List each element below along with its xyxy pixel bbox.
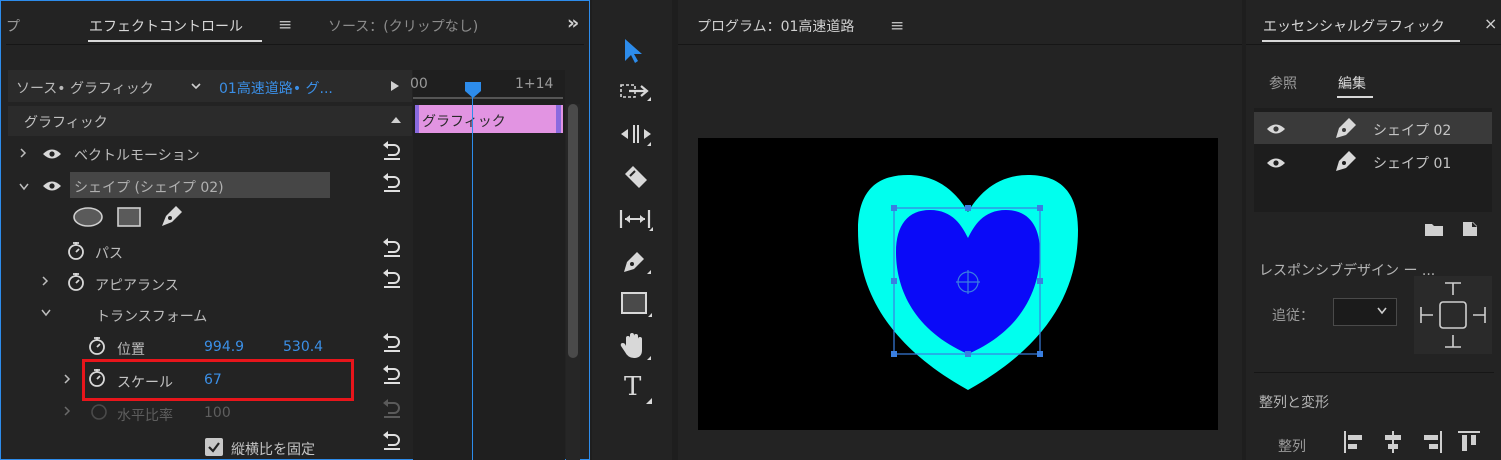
chevron-down-icon[interactable] — [1376, 306, 1388, 316]
hand-tool-icon[interactable] — [620, 332, 652, 362]
tab-source[interactable]: ソース：(クリップなし) — [328, 16, 478, 36]
layer-name: シェイプ 02 — [1373, 123, 1452, 139]
align-center-icon[interactable] — [1381, 430, 1405, 454]
essential-title-divider — [1246, 44, 1501, 45]
pen-tool-icon[interactable] — [620, 248, 652, 276]
expand-chevron-icon[interactable] — [62, 373, 72, 385]
lock-aspect-checkbox[interactable] — [205, 438, 223, 456]
stopwatch-icon[interactable] — [67, 272, 85, 292]
razor-tool-icon[interactable] — [621, 164, 651, 190]
highlight-box — [82, 359, 354, 401]
horizontal-scale-value: 100 — [204, 405, 231, 421]
tab-edit[interactable]: 編集 — [1338, 73, 1366, 93]
rectangle-tool-icon[interactable] — [620, 291, 654, 319]
source-graphic-label: ソース• グラフィック — [16, 81, 154, 97]
reset-icon[interactable] — [381, 269, 403, 289]
responsive-design-title: レスポンシブデザイン ー ... — [1259, 263, 1436, 279]
reset-icon — [381, 399, 403, 419]
timeline-clip-label: グラフィック — [422, 114, 506, 130]
reset-icon[interactable] — [381, 333, 403, 353]
type-tool-corner-icon — [646, 398, 652, 404]
playhead-line[interactable] — [472, 90, 473, 460]
tab-browse[interactable]: 参照 — [1269, 73, 1297, 93]
slip-tool-icon[interactable] — [618, 206, 654, 232]
stopwatch-icon[interactable] — [67, 241, 85, 261]
expand-chevron-icon[interactable] — [18, 147, 28, 159]
scrollbar-thumb[interactable] — [568, 104, 578, 358]
timeline-start-time: 00 — [410, 76, 428, 92]
ellipse-mask-icon[interactable] — [72, 206, 104, 228]
collapse-chevron-icon[interactable] — [18, 182, 30, 192]
essential-graphics-title[interactable]: エッセンシャルグラフィック — [1263, 16, 1445, 36]
pin-to-edges-icon[interactable] — [1417, 279, 1489, 351]
align-transform-title: 整列と変形 — [1259, 395, 1329, 411]
program-title-divider — [678, 44, 1242, 45]
expand-chevron-icon[interactable] — [40, 275, 50, 287]
chevron-down-icon[interactable] — [190, 80, 202, 92]
heart-graphic[interactable] — [858, 170, 1078, 392]
pen-shape-icon — [1333, 116, 1359, 140]
reset-icon[interactable] — [381, 365, 403, 385]
close-panel-icon[interactable]: × — [1484, 14, 1497, 33]
program-monitor-title[interactable]: プログラム：01高速道路 — [697, 16, 854, 36]
new-group-folder-icon[interactable] — [1424, 221, 1444, 237]
position-y-value[interactable]: 530.4 — [283, 339, 323, 355]
more-panels-icon[interactable]: » — [567, 12, 579, 34]
eye-icon[interactable] — [1266, 122, 1286, 136]
reset-icon[interactable] — [381, 173, 403, 193]
timeline-end-time: 1+14 — [515, 76, 554, 92]
program-menu-icon[interactable]: ≡ — [890, 16, 904, 36]
expand-chevron-icon[interactable] — [62, 405, 72, 417]
new-layer-icon[interactable] — [1461, 220, 1479, 238]
clip-handle-left[interactable] — [415, 105, 419, 133]
eye-icon[interactable] — [1266, 156, 1286, 170]
horizontal-scale-label: 水平比率 — [117, 408, 173, 424]
rectangle-mask-icon[interactable] — [116, 206, 142, 228]
playhead-handle[interactable] — [464, 82, 482, 98]
lock-aspect-label: 縦横比を固定 — [231, 442, 315, 458]
transform-label: トランスフォーム — [96, 309, 208, 325]
tab-active-underline — [88, 40, 262, 42]
align-label: 整列 — [1278, 439, 1306, 455]
stopwatch-icon — [90, 403, 108, 421]
edit-tab-underline — [1337, 96, 1373, 98]
type-tool-icon[interactable]: T — [624, 372, 641, 402]
effect-panel-menu-icon[interactable]: ≡ — [278, 15, 292, 35]
track-select-tool-icon[interactable] — [619, 81, 653, 105]
pen-mask-icon[interactable] — [158, 204, 184, 230]
ripple-edit-tool-icon[interactable] — [619, 122, 653, 148]
reset-icon[interactable] — [381, 141, 403, 161]
graphic-section-label: グラフィック — [24, 115, 108, 131]
position-label: 位置 — [117, 342, 145, 358]
collapse-up-icon[interactable] — [390, 115, 402, 125]
position-x-value[interactable]: 994.9 — [204, 339, 244, 355]
eye-icon[interactable] — [42, 179, 62, 193]
stopwatch-icon[interactable] — [88, 336, 106, 356]
tab-effect-controls[interactable]: エフェクトコントロール — [89, 16, 243, 36]
vector-motion-label: ベクトルモーション — [74, 148, 200, 164]
essential-title-underline — [1262, 40, 1460, 42]
play-triangle-icon[interactable] — [390, 80, 400, 92]
reset-icon[interactable] — [381, 238, 403, 258]
timeline-ruler — [413, 97, 563, 99]
reset-icon[interactable] — [381, 431, 403, 451]
eye-icon[interactable] — [42, 147, 62, 161]
shape-02-label[interactable]: シェイプ (シェイプ 02) — [74, 177, 224, 197]
clip-handle-right[interactable] — [556, 105, 561, 133]
clip-selector[interactable]: 01高速道路• グ... — [219, 78, 333, 98]
align-left-icon[interactable] — [1343, 430, 1367, 454]
tab-previous[interactable]: プ — [6, 16, 20, 36]
pen-shape-icon — [1333, 149, 1359, 173]
layer-name: シェイプ 01 — [1373, 156, 1452, 172]
align-top-icon[interactable] — [1457, 430, 1481, 454]
tab-divider — [6, 44, 584, 45]
align-divider — [1254, 372, 1494, 373]
path-label: パス — [95, 246, 123, 262]
selection-tool-icon[interactable] — [622, 37, 644, 65]
appearance-label: アピアランス — [95, 278, 179, 294]
collapse-chevron-icon[interactable] — [40, 308, 52, 318]
follow-label: 追従： — [1272, 308, 1314, 324]
align-right-icon[interactable] — [1419, 430, 1443, 454]
